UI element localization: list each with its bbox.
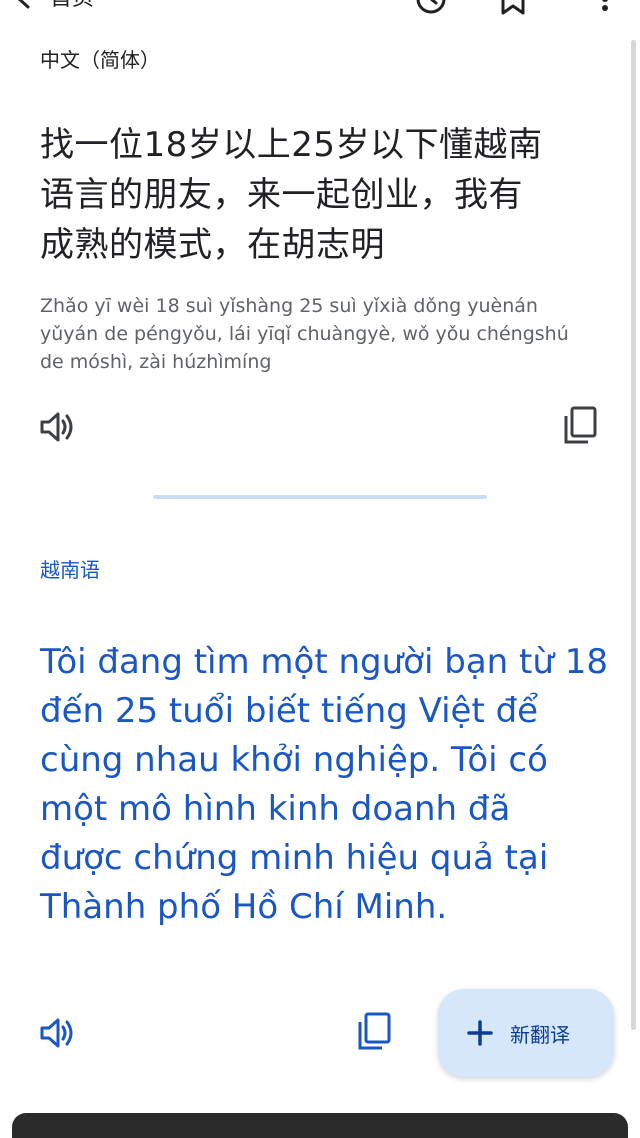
source-line: 找一位18岁以上25岁以下懂越南 [40,125,543,165]
scrollbar[interactable] [631,40,636,1030]
translated-line: đến 25 tuổi biết tiếng Việt để [40,691,539,731]
bookmark-icon[interactable] [498,0,528,16]
speaker-icon[interactable] [38,1014,76,1052]
translated-line: được chứng minh hiệu quả tại [40,838,549,878]
back-arrow-icon[interactable] [10,0,36,10]
translit-line: de móshì, zài húzhìmíng [40,351,272,373]
copy-icon[interactable] [356,1012,392,1052]
translated-line: Thành phố Hồ Chí Minh. [40,887,448,927]
translated-text[interactable]: Tôi đang tìm một người bạn từ 18 đến 25 … [40,638,615,932]
history-icon[interactable] [414,0,448,16]
translated-line: một mô hình kinh doanh đã [40,789,511,829]
speaker-icon[interactable] [38,408,76,446]
new-translation-label: 新翻译 [510,1023,570,1047]
source-line: 语言的朋友，来一起创业，我有 [40,175,523,215]
source-language-label: 中文（简体） [40,48,160,72]
top-bar: 首页 [0,0,640,18]
new-translation-button[interactable]: 新翻译 [438,989,614,1077]
source-line: 成熟的模式，在胡志明 [40,225,385,265]
copy-icon[interactable] [562,406,598,446]
bottom-bar [12,1113,628,1138]
translit-line: yǔyán de péngyǒu, lái yīqǐ chuàngyè, wǒ … [40,323,569,345]
source-transliteration: Zhǎo yī wèi 18 suì yǐshàng 25 suì yǐxià … [40,292,610,376]
plus-icon [467,1020,493,1046]
translated-line: Tôi đang tìm một người bạn từ 18 [40,642,608,682]
translate-screen: 首页 中文（简体） 找一位18岁以上25岁以下懂越南 语言的朋友，来一起创业，我… [0,0,640,1138]
translated-line: cùng nhau khởi nghiệp. Tôi có [40,740,548,780]
back-label[interactable]: 首页 [50,0,94,12]
more-vert-icon[interactable] [590,0,620,16]
panel-drag-handle[interactable] [153,495,487,499]
target-language-label: 越南语 [40,558,100,582]
source-text[interactable]: 找一位18岁以上25岁以下懂越南 语言的朋友，来一起创业，我有 成熟的模式，在胡… [40,120,600,270]
translit-line: Zhǎo yī wèi 18 suì yǐshàng 25 suì yǐxià … [40,295,538,317]
